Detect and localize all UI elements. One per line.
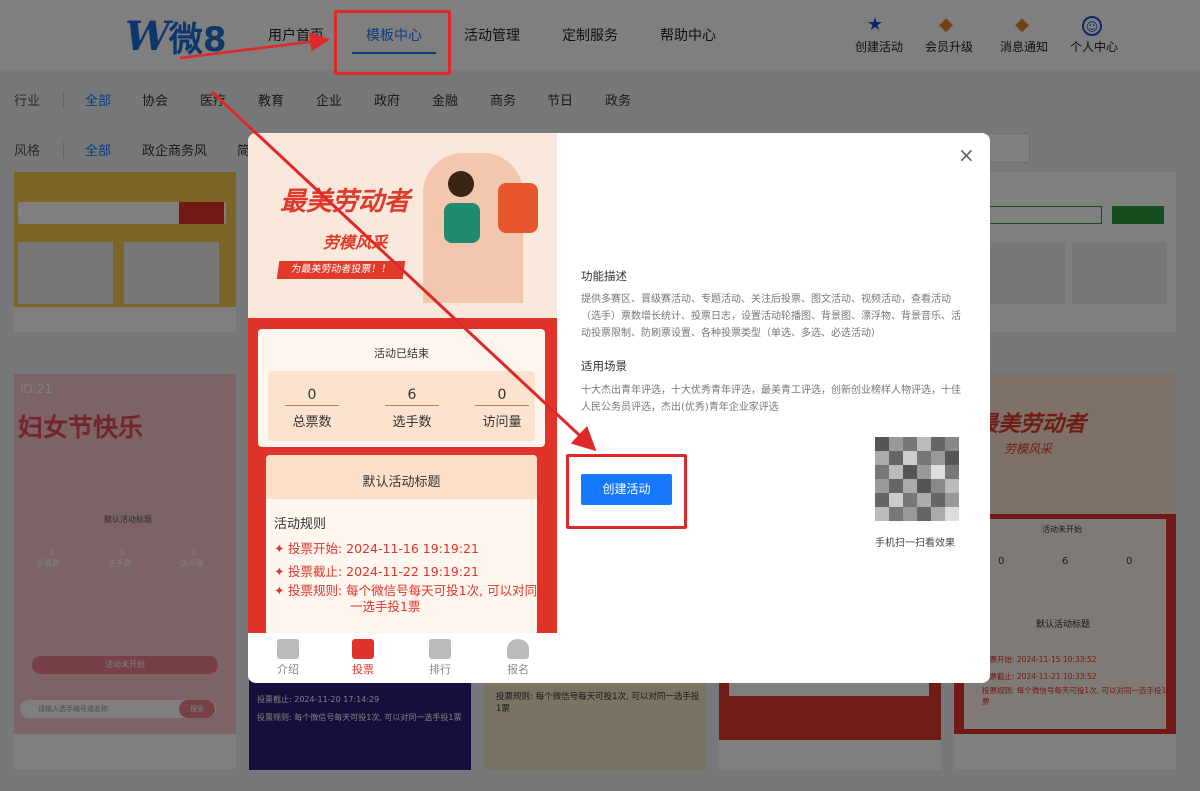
annotation-arrows xyxy=(179,31,597,452)
arrow-to-create-button xyxy=(210,90,597,452)
arrow-to-template-center xyxy=(179,31,330,60)
